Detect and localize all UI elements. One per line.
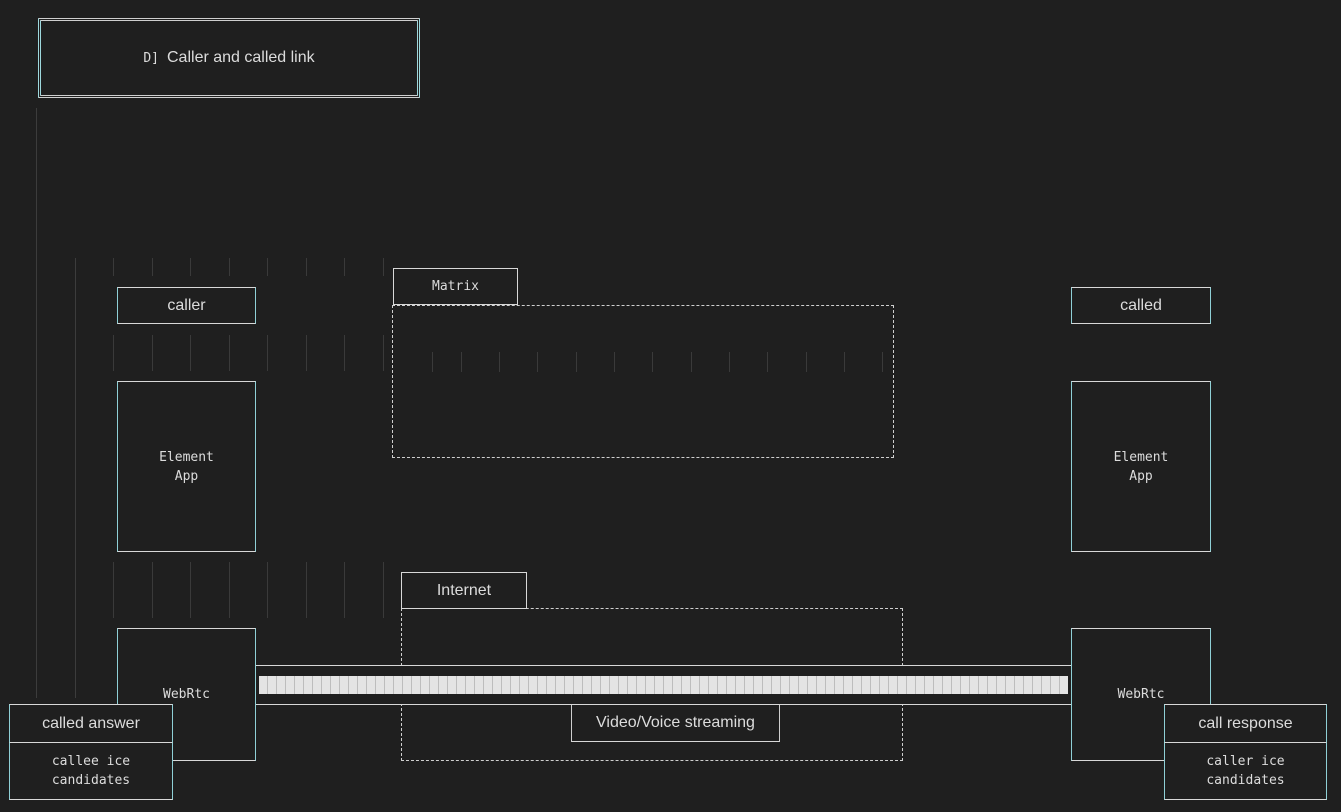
tick-mark — [383, 258, 384, 276]
call-response-line1: caller ice — [1206, 754, 1285, 769]
element-app-left-line2: App — [174, 468, 199, 484]
call-response-label: call response — [1198, 714, 1293, 732]
tick-mark — [306, 562, 307, 618]
element-app-right-line1: Element — [1113, 449, 1169, 465]
element-app-left-line1: Element — [159, 449, 214, 465]
called-answer-line1: callee ice — [51, 754, 131, 769]
internet-label: Internet — [436, 581, 492, 599]
streaming-link — [256, 665, 1071, 705]
tick-mark — [229, 335, 230, 371]
streaming-bar — [259, 676, 1068, 694]
tick-mark — [190, 335, 191, 371]
tick-mark — [344, 258, 345, 276]
tick-mark — [152, 335, 153, 371]
caller-label: caller — [167, 296, 206, 314]
tick-mark — [383, 562, 384, 618]
internet-tab: Internet — [401, 572, 527, 609]
webrtc-left-label: WebRtc — [163, 687, 210, 702]
guide-line — [75, 258, 76, 698]
called-answer-header: called answer — [9, 704, 173, 743]
guide-line — [36, 108, 37, 698]
element-app-left: Element App — [117, 381, 256, 552]
tick-mark — [190, 258, 191, 276]
called-answer-line2: candidates — [51, 773, 131, 788]
tick-mark — [306, 335, 307, 371]
diagram-title-box: D] Caller and called link — [38, 18, 420, 98]
called-node: called — [1071, 287, 1211, 324]
call-response-header: call response — [1164, 704, 1327, 743]
called-answer-body: callee ice candidates — [9, 742, 173, 800]
tick-mark — [152, 562, 153, 618]
matrix-tab: Matrix — [393, 268, 518, 305]
tick-mark — [229, 562, 230, 618]
tick-mark — [113, 562, 114, 618]
element-app-right-line2: App — [1129, 468, 1153, 484]
caller-node: caller — [117, 287, 256, 324]
tick-mark — [344, 335, 345, 371]
tick-mark — [190, 562, 191, 618]
tick-mark — [267, 335, 268, 371]
call-response-line2: candidates — [1206, 773, 1285, 788]
matrix-group — [392, 305, 894, 458]
tick-mark — [267, 258, 268, 276]
matrix-label: Matrix — [432, 279, 479, 294]
call-response-body: caller ice candidates — [1164, 742, 1327, 800]
tick-mark — [152, 258, 153, 276]
tick-mark — [113, 258, 114, 276]
called-answer-label: called answer — [42, 714, 140, 732]
element-app-right: Element App — [1071, 381, 1211, 552]
tick-mark — [306, 258, 307, 276]
tick-mark — [383, 335, 384, 371]
diagram-title: Caller and called link — [167, 49, 315, 66]
tick-mark — [344, 562, 345, 618]
streaming-label: Video/Voice streaming — [596, 714, 755, 731]
tick-mark — [229, 258, 230, 276]
diagram-icon: D] — [143, 50, 159, 66]
streaming-label-box: Video/Voice streaming — [571, 705, 780, 742]
called-label: called — [1120, 296, 1162, 314]
tick-mark — [113, 335, 114, 371]
webrtc-right-label: WebRtc — [1117, 687, 1165, 702]
tick-mark — [267, 562, 268, 618]
